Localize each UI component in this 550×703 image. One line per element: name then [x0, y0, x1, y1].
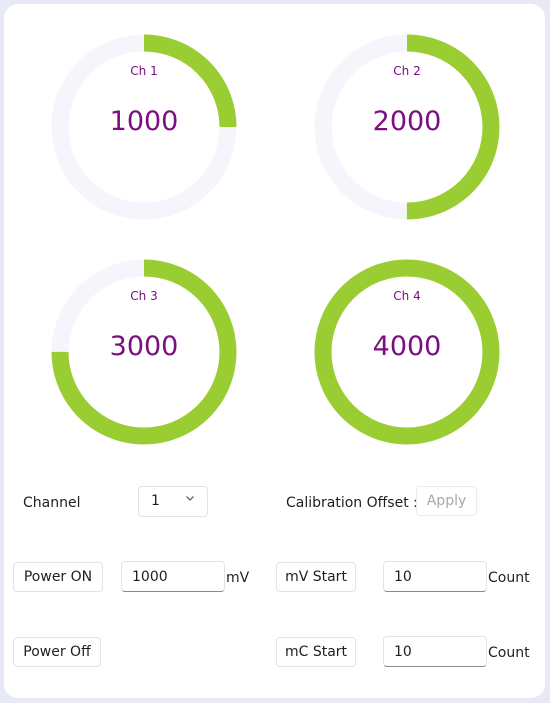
gauge-value: 3000 [109, 331, 179, 362]
gauge-ch2: Ch 2 2000 [312, 32, 502, 222]
gauge-value: 2000 [372, 106, 442, 137]
gauge-ch1: Ch 1 1000 [49, 32, 239, 222]
power-on-unit-label: mV [226, 570, 250, 586]
channel-label: Channel [23, 495, 81, 511]
power-off-button[interactable]: Power Off [13, 637, 101, 667]
mc-start-button[interactable]: mC Start [276, 637, 356, 667]
apply-button[interactable]: Apply [416, 486, 477, 516]
calibration-offset-label: Calibration Offset : [286, 495, 418, 511]
gauge-ch4: Ch 4 4000 [312, 257, 502, 447]
gauge-value: 4000 [372, 331, 442, 362]
gauge-channel-label: Ch 2 [393, 64, 421, 78]
channel-select-value: 1 [151, 493, 160, 509]
gauge-channel-label: Ch 3 [130, 289, 158, 303]
gauge-channel-label: Ch 4 [393, 289, 421, 303]
mv-start-button[interactable]: mV Start [276, 562, 356, 592]
mv-start-count-input[interactable]: 10 [383, 561, 487, 592]
channel-select[interactable]: 1 [138, 486, 208, 517]
mc-start-unit-label: Count [488, 645, 530, 661]
power-on-button[interactable]: Power ON [13, 562, 103, 592]
gauge-channel-label: Ch 1 [130, 64, 158, 78]
main-panel: Ch 1 1000 Ch 2 2000 Ch 3 3000 Ch 4 4000 … [4, 4, 545, 698]
mv-start-unit-label: Count [488, 570, 530, 586]
gauge-ch3: Ch 3 3000 [49, 257, 239, 447]
mc-start-count-input[interactable]: 10 [383, 636, 487, 667]
power-on-value-input[interactable]: 1000 [121, 561, 225, 592]
chevron-down-icon [186, 496, 194, 501]
gauge-value: 1000 [109, 106, 179, 137]
